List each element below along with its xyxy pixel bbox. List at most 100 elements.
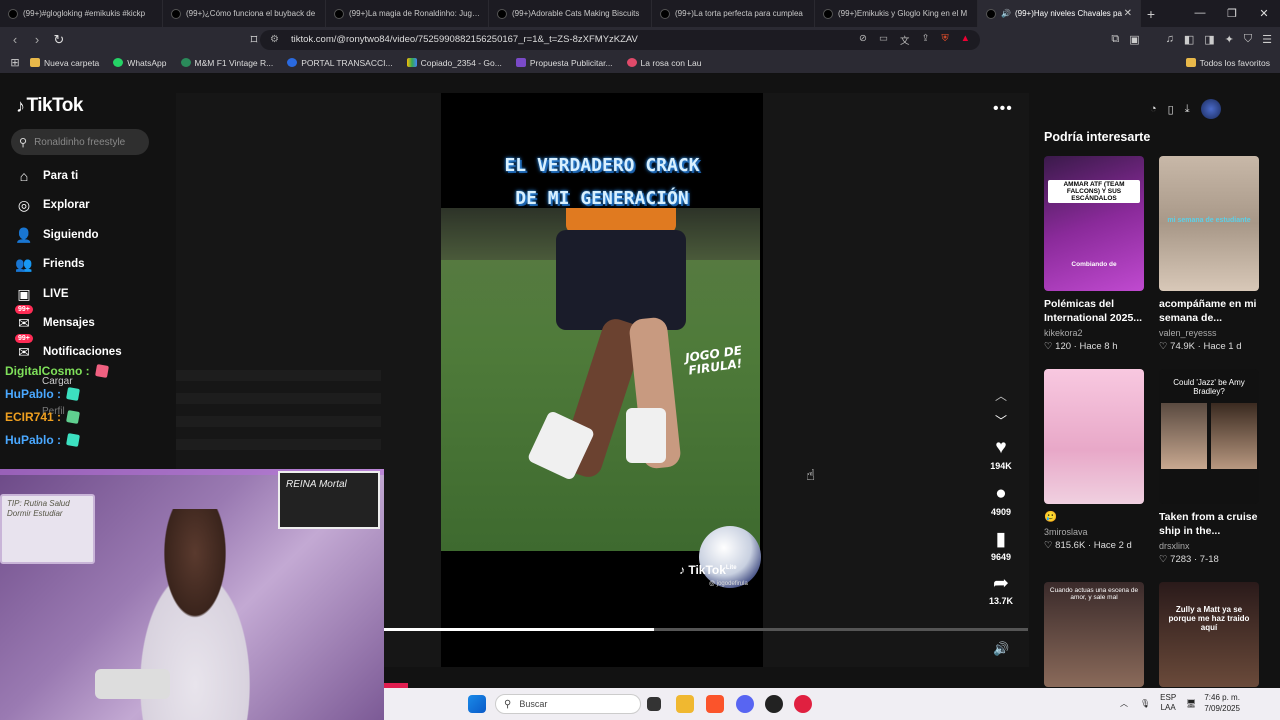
app-icon[interactable] xyxy=(794,695,812,713)
extensions-icon[interactable]: ⧉ xyxy=(1111,33,1119,46)
sidebar-item-friends[interactable]: 👥 Friends xyxy=(14,253,174,275)
suggestions-title: Podría interesarte xyxy=(1044,130,1151,144)
network-icon[interactable]: 🖥 xyxy=(1186,699,1196,708)
emote-icon xyxy=(94,364,109,378)
share-page-icon[interactable]: ⇪ xyxy=(921,33,929,47)
brave-rewards-icon[interactable]: ▲ xyxy=(961,33,970,47)
new-tab-button[interactable]: + xyxy=(1141,6,1161,22)
bookmark-item[interactable]: Copiado_2354 - Go... xyxy=(406,58,502,68)
share-icon: ➦ xyxy=(993,573,1009,594)
folder-icon xyxy=(1185,58,1196,67)
next-video-icon[interactable]: ﹀ xyxy=(994,412,1008,429)
suggestion-card[interactable]: Zully a Matt ya se porque me haz traido … xyxy=(1159,582,1259,687)
mobile-app-icon[interactable]: ▯ xyxy=(1168,103,1174,116)
bookmark-item[interactable]: WhatsApp xyxy=(113,58,167,68)
sidebar-item-para-ti[interactable]: ⌂ Para ti xyxy=(14,165,174,187)
tray-chevron-icon[interactable]: ︿ xyxy=(1120,698,1128,709)
forward-button[interactable]: › xyxy=(26,32,48,47)
download-icon[interactable]: ⤓ xyxy=(1185,103,1190,116)
music-icon[interactable]: ♫ xyxy=(1166,33,1174,46)
tiktok-note-icon: ♪ xyxy=(16,95,25,116)
speaker-icon[interactable]: 🔊 xyxy=(1001,9,1011,18)
windows-taskbar: ⚲ Buscar ︿ 🎙 ESP LAA 🖥 7:46 p. m. 7/09/2025 xyxy=(384,683,1280,720)
suggestion-card[interactable]: 🥲 3miroslava ♡ 815.6K · Hace 2 d xyxy=(1044,369,1144,551)
reload-button[interactable]: ↻ xyxy=(48,32,70,48)
notifications-badge: 99+ xyxy=(15,333,33,343)
save-button[interactable]: ▮ 9649 xyxy=(983,528,1019,562)
bookmark-item[interactable]: M&M F1 Vintage R... xyxy=(180,58,273,68)
rose-icon xyxy=(626,58,637,67)
suggestion-card[interactable]: Could 'Jazz' be Amy Bradley? Taken from … xyxy=(1159,369,1259,565)
discord-icon[interactable] xyxy=(736,695,754,713)
language-indicator[interactable]: ESP LAA xyxy=(1160,693,1176,713)
suggestion-card[interactable]: mi semana de estudiante acompáñame en mi… xyxy=(1159,156,1259,352)
no-tracking-icon[interactable]: ⊘ xyxy=(859,33,867,47)
avatar[interactable] xyxy=(1200,99,1221,119)
share-button[interactable]: ➦ 13.7K xyxy=(983,572,1019,606)
bookmark-item[interactable]: La rosa con Lau xyxy=(626,58,702,68)
all-bookmarks[interactable]: Todos los favoritos xyxy=(1185,58,1270,68)
comment-button[interactable]: ● 4909 xyxy=(983,483,1019,517)
previous-video-icon[interactable]: ︿ xyxy=(994,387,1008,404)
football xyxy=(699,526,761,588)
sidebar-item-notificaciones[interactable]: ✉ 99+ Notificaciones xyxy=(14,333,174,363)
browser-tab[interactable]: (99+)Emikukis y Gloglo King en el M xyxy=(815,0,978,27)
sidebar-toggle-icon[interactable]: ◧ xyxy=(1184,33,1194,46)
browser-tab[interactable]: (99+)#glogloking #emikukis #kickp xyxy=(0,0,163,27)
sidebar-item-mensajes[interactable]: ✉ 99+ Mensajes xyxy=(14,304,174,334)
bookmark-item[interactable]: Propuesta Publicitar... xyxy=(515,58,613,68)
browser-tab-active[interactable]: 🔊 (99+)Hay niveles Chavales pa ✕ xyxy=(978,0,1141,27)
bookmark-page-icon[interactable]: ⌑ xyxy=(243,32,265,48)
browser-tab[interactable]: (99+)La magia de Ronaldinho: Jugad xyxy=(326,0,489,27)
close-window-button[interactable]: ✕ xyxy=(1248,7,1280,20)
browser-tab[interactable]: (99+)¿Cómo funciona el buyback de xyxy=(163,0,326,27)
sidebar-item-siguiendo[interactable]: 👤 Siguiendo xyxy=(14,224,174,246)
heart-outline-icon: ♡ xyxy=(1044,540,1053,551)
suggestion-card[interactable]: AMMAR ATF (TEAM FALCONS) Y SUS ESCÁNDALO… xyxy=(1044,156,1144,352)
whatsapp-icon xyxy=(113,58,124,67)
volume-icon[interactable]: 🔊 xyxy=(993,641,1009,657)
site-settings-icon[interactable]: ⚙ xyxy=(270,34,279,45)
file-explorer-icon[interactable] xyxy=(676,695,694,713)
sidebar-item-live[interactable]: ▣ LIVE xyxy=(14,283,174,305)
sidebar-item-explorar[interactable]: ◎ Explorar xyxy=(14,194,174,216)
bookmark-item[interactable]: PORTAL TRANSACCI... xyxy=(287,58,393,68)
video-player[interactable]: JOGO DE FIRULA! EL VERDADERO CRACK DE MI… xyxy=(441,93,763,667)
coins-icon[interactable]: ◔ xyxy=(1150,103,1157,115)
close-tab-icon[interactable]: ✕ xyxy=(1124,8,1132,19)
tiktok-watermark: ♪ TikTokLite xyxy=(679,563,737,577)
back-button[interactable]: ‹ xyxy=(4,32,26,47)
leo-ai-icon[interactable]: ✦ xyxy=(1225,33,1234,46)
windows-start-icon[interactable] xyxy=(468,695,486,713)
brave-icon[interactable] xyxy=(706,695,724,713)
browser-toolbar: ‹ › ↻ ⌑ ⚙ tiktok.com/@ronytwo84/video/75… xyxy=(0,27,1280,52)
browser-tab[interactable]: (99+)La torta perfecta para cumplea xyxy=(652,0,815,27)
wallet-alt-icon[interactable]: ◨ xyxy=(1204,33,1214,46)
friends-icon: 👥 xyxy=(15,255,33,272)
browser-tab[interactable]: (99+)Adorable Cats Making Biscuits xyxy=(489,0,652,27)
minimize-button[interactable]: — xyxy=(1184,7,1216,20)
following-icon: 👤 xyxy=(15,226,33,243)
cast-icon[interactable]: ▭ xyxy=(879,33,888,47)
translate-icon[interactable]: 文 xyxy=(900,33,910,47)
task-view-icon[interactable] xyxy=(647,697,661,711)
apps-grid-icon[interactable]: ⊞ xyxy=(0,56,30,69)
brave-shield-icon[interactable]: ⛨ xyxy=(941,33,948,47)
bookmark-item[interactable]: Nueva carpeta xyxy=(30,58,99,68)
window-controls: — ❐ ✕ xyxy=(1184,7,1280,20)
obs-icon[interactable] xyxy=(765,695,783,713)
taskbar-search[interactable]: ⚲ Buscar xyxy=(495,694,641,714)
portal-icon xyxy=(287,58,298,67)
more-options-icon[interactable]: ••• xyxy=(993,100,1013,118)
address-bar[interactable]: ⚙ tiktok.com/@ronytwo84/video/7525990882… xyxy=(260,29,980,50)
suggestion-card[interactable]: Cuando actuas una escena de amor, y sale… xyxy=(1044,582,1144,687)
like-button[interactable]: ♥ 194K xyxy=(983,437,1019,471)
menu-icon[interactable]: ☰ xyxy=(1262,33,1272,46)
maximize-button[interactable]: ❐ xyxy=(1216,7,1248,20)
mic-icon[interactable]: 🎙 xyxy=(1140,699,1150,708)
search-input[interactable]: ⚲ Ronaldinho freestyle xyxy=(11,129,149,155)
wallet-icon[interactable]: ▣ xyxy=(1129,33,1139,46)
tiktok-logo[interactable]: ♪ TikTok xyxy=(16,95,83,117)
vpn-icon[interactable]: ⛉ xyxy=(1244,33,1252,46)
clock[interactable]: 7:46 p. m. 7/09/2025 xyxy=(1204,692,1240,714)
